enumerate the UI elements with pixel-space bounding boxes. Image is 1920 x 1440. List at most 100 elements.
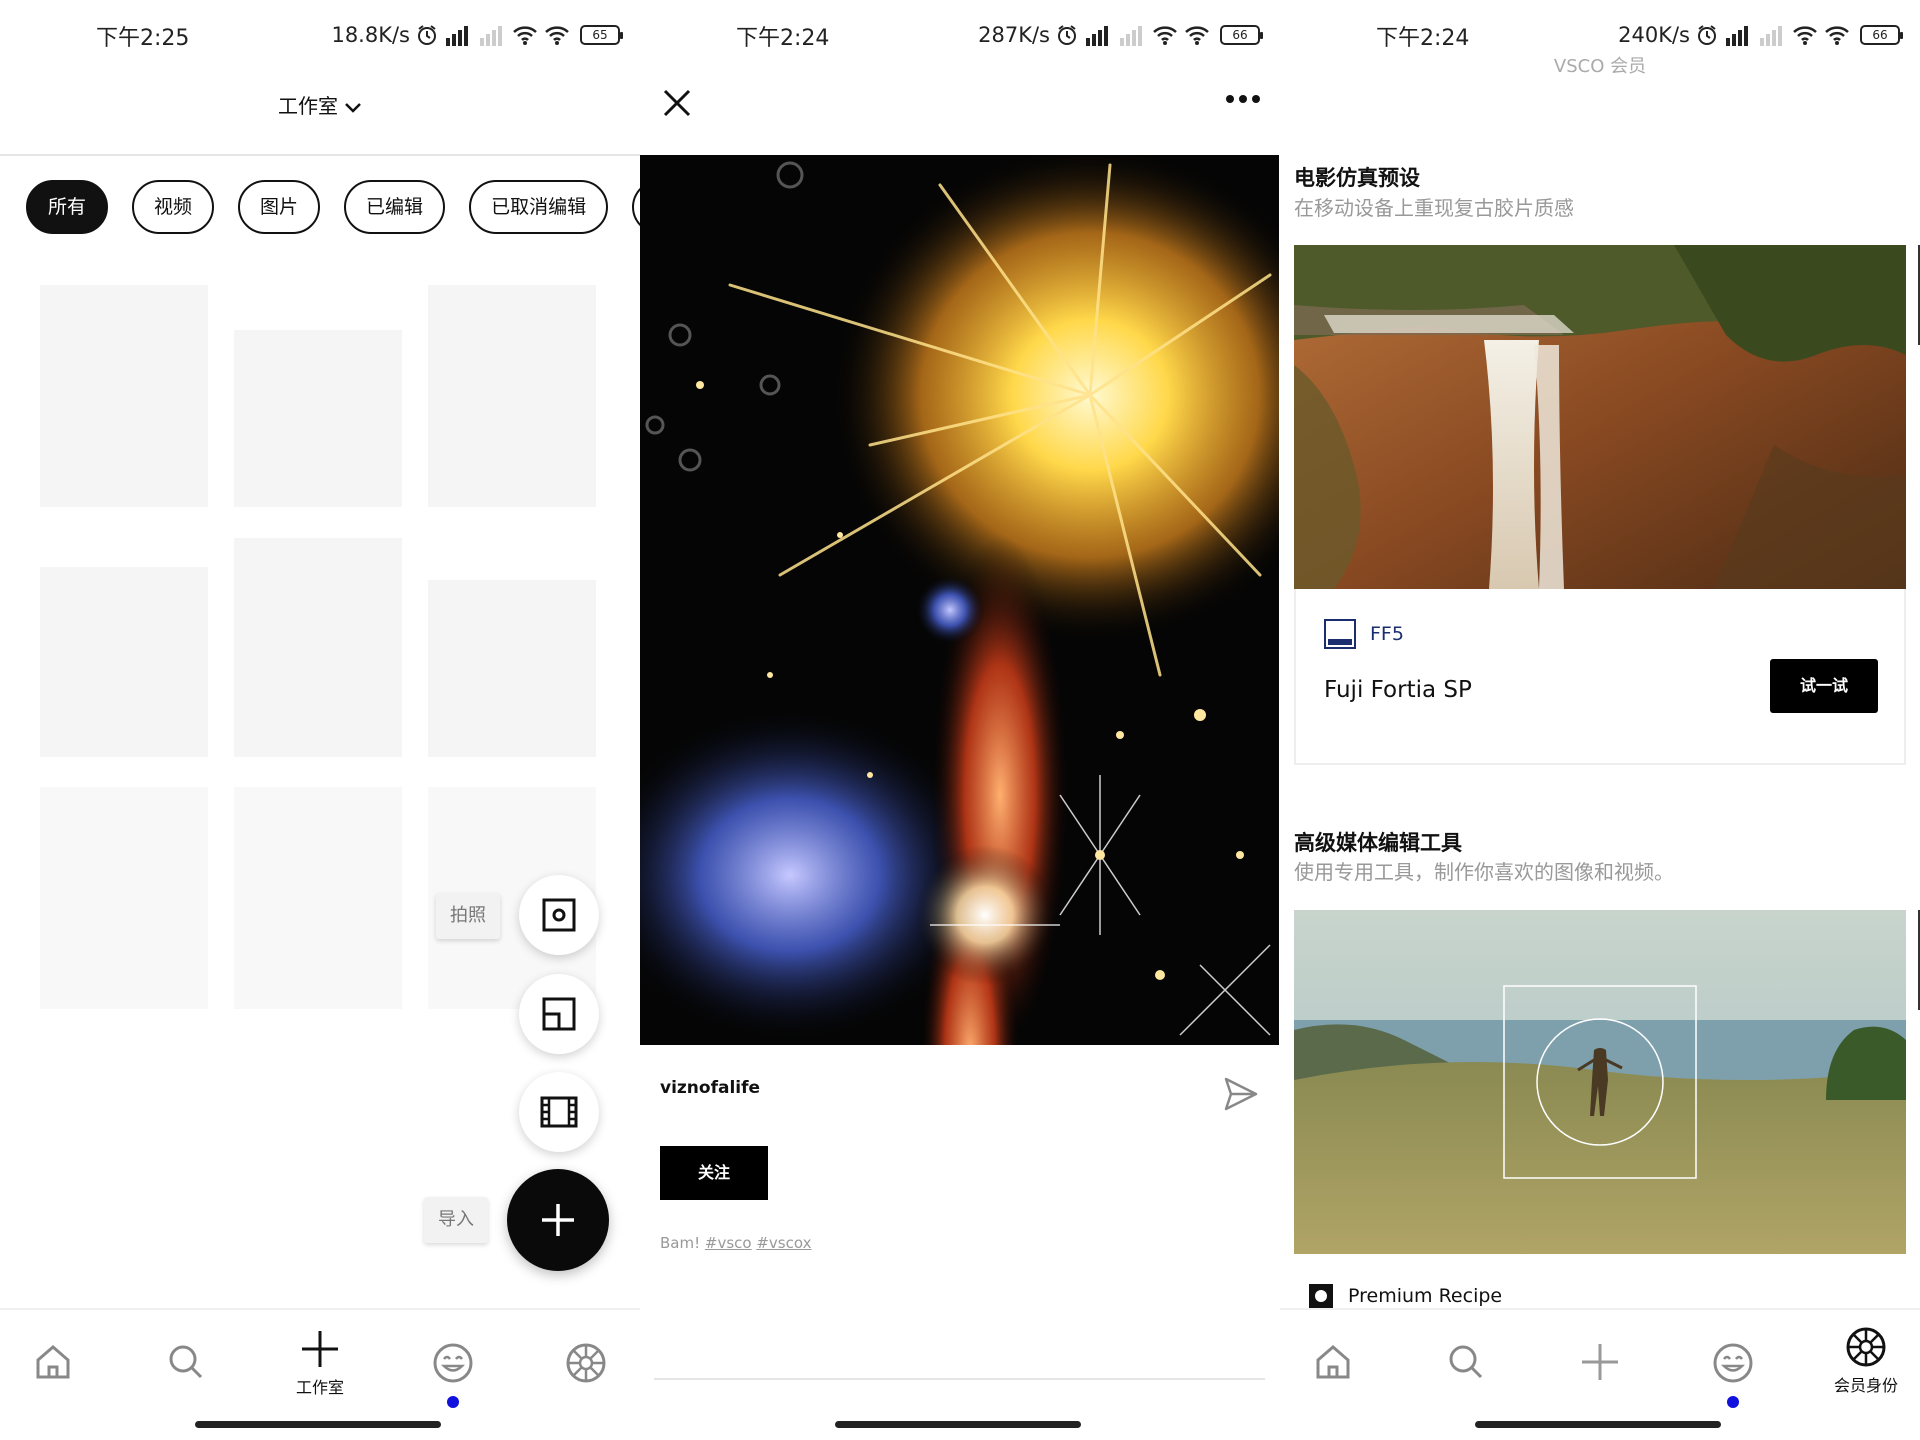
filter-chip-edited[interactable]: 已编辑 <box>344 180 446 234</box>
nav-search[interactable] <box>146 1342 226 1422</box>
try-button[interactable]: 试一试 <box>1770 659 1878 713</box>
section-subtitle: 使用专用工具，制作你喜欢的图像和视频。 <box>1294 860 1674 884</box>
home-indicator[interactable] <box>835 1421 1081 1428</box>
collage-button[interactable] <box>519 974 599 1054</box>
fireworks-photo[interactable] <box>640 155 1279 1045</box>
preset-card: FF5 Fuji Fortia SP 试一试 <box>1294 589 1906 765</box>
status-time: 下午2:25 <box>96 26 190 51</box>
meadow-photo <box>1294 910 1906 1254</box>
nav-membership[interactable] <box>546 1342 626 1422</box>
media-thumbnail[interactable] <box>234 330 402 507</box>
more-options-icon[interactable] <box>1225 94 1261 104</box>
waterfall-photo <box>1294 245 1906 589</box>
status-bar: 下午2:24 287K/s 66 <box>640 0 1279 70</box>
waterfall-image[interactable] <box>1294 245 1906 589</box>
import-label[interactable]: 导入 <box>424 1197 488 1243</box>
filter-chip-unedited[interactable]: 已取消编辑 <box>469 180 609 234</box>
nav-studio[interactable]: 工作室 <box>280 1328 360 1408</box>
meadow-image[interactable] <box>1294 910 1906 1254</box>
divider <box>654 1378 1265 1380</box>
wifi-icon <box>1185 26 1209 45</box>
hashtag-link[interactable]: #vscox <box>756 1234 811 1252</box>
section-title: 高级媒体编辑工具 <box>1294 831 1462 855</box>
layout-icon <box>542 997 576 1031</box>
home-indicator[interactable] <box>195 1421 441 1428</box>
filter-chip-image[interactable]: 图片 <box>238 180 321 234</box>
camera-button[interactable] <box>519 875 599 955</box>
wifi-icon <box>1153 26 1177 45</box>
nav-profile[interactable] <box>413 1342 493 1422</box>
nav-studio-label: 工作室 <box>295 1378 344 1397</box>
filter-chip-all[interactable]: 所有 <box>26 180 109 234</box>
home-icon <box>1316 1345 1350 1379</box>
media-thumbnail[interactable] <box>234 787 402 1009</box>
media-thumbnail[interactable] <box>40 567 208 757</box>
nav-search[interactable] <box>1426 1342 1506 1422</box>
premium-recipe-row[interactable]: Premium Recipe <box>1308 1283 1502 1309</box>
status-icons: 240K/s 66 <box>1618 20 1903 50</box>
filter-chip-more[interactable] <box>632 180 640 234</box>
wifi-icon <box>1793 26 1817 45</box>
username-link[interactable]: viznofalife <box>660 1078 760 1098</box>
home-indicator[interactable] <box>1475 1421 1721 1428</box>
media-thumbnail[interactable] <box>40 285 208 507</box>
hashtag-link[interactable]: #vsco <box>705 1234 752 1252</box>
studio-title-dropdown[interactable]: 工作室 <box>0 90 640 119</box>
media-thumbnail[interactable] <box>234 538 402 757</box>
film-preset-icon <box>1324 619 1356 649</box>
network-speed: 287K/s <box>978 23 1050 47</box>
preset-name: Fuji Fortia SP <box>1324 677 1472 703</box>
import-fab-button[interactable] <box>507 1169 609 1271</box>
battery-indicator: 66 <box>1220 25 1263 45</box>
wifi-icon <box>1825 26 1849 45</box>
follow-button[interactable]: 关注 <box>660 1146 768 1200</box>
signal-icon <box>446 26 468 46</box>
camera-label[interactable]: 拍照 <box>436 893 500 939</box>
media-thumbnail[interactable] <box>428 285 596 507</box>
video-button[interactable] <box>519 1072 599 1152</box>
status-time: 下午2:24 <box>736 26 830 51</box>
smile-icon <box>1713 1343 1753 1383</box>
nav-membership[interactable]: 会员身份 <box>1826 1326 1906 1406</box>
filter-chips: 所有 视频 图片 已编辑 已取消编辑 <box>26 180 640 234</box>
studio-screen: 下午2:25 18.8K/s 65 工作室 所有 视频 图片 已编辑 已取消编辑… <box>0 0 640 1440</box>
nav-profile[interactable] <box>1693 1342 1773 1422</box>
alarm-icon <box>418 25 436 45</box>
battery-indicator: 65 <box>580 25 623 45</box>
smile-icon <box>433 1343 473 1383</box>
send-icon[interactable] <box>1223 1076 1259 1112</box>
network-speed: 240K/s <box>1618 23 1690 47</box>
status-bar: 下午2:25 18.8K/s 65 <box>0 0 640 70</box>
membership-screen: 下午2:24 240K/s 66 VSCO 会员 电影仿真预设 在移动设备上重现… <box>1280 0 1920 1440</box>
nav-home[interactable] <box>13 1342 93 1422</box>
status-icons: 287K/s 66 <box>978 20 1263 50</box>
aperture-icon <box>1846 1327 1886 1367</box>
battery-indicator: 66 <box>1860 25 1903 45</box>
nav-home[interactable] <box>1293 1342 1373 1422</box>
aperture-icon <box>566 1343 606 1383</box>
close-icon[interactable] <box>662 88 692 118</box>
wifi-icon <box>545 26 569 45</box>
notification-dot <box>447 1396 459 1408</box>
home-icon <box>36 1345 70 1379</box>
nav-studio[interactable] <box>1560 1342 1640 1422</box>
page-title: VSCO 会员 <box>1553 56 1647 77</box>
section-subtitle: 在移动设备上重现复古胶片质感 <box>1294 196 1574 220</box>
search-icon <box>169 1345 203 1379</box>
media-thumbnail[interactable] <box>40 787 208 1009</box>
notification-dot <box>1727 1396 1739 1408</box>
media-thumbnail[interactable] <box>428 580 596 757</box>
search-icon <box>1449 1345 1483 1379</box>
filter-chip-video[interactable]: 视频 <box>132 180 215 234</box>
recipe-icon <box>1309 1284 1333 1308</box>
alarm-icon <box>1058 25 1076 45</box>
caption-text: Bam! <box>660 1234 705 1252</box>
plus-icon <box>1582 1344 1618 1380</box>
preset-code: FF5 <box>1370 623 1404 645</box>
header-divider <box>0 154 640 156</box>
plus-icon <box>302 1331 338 1367</box>
film-icon <box>540 1096 578 1128</box>
plus-icon <box>542 1204 574 1236</box>
photo-caption: Bam! #vsco #vscox <box>660 1234 811 1252</box>
status-time: 下午2:24 <box>1376 26 1470 51</box>
